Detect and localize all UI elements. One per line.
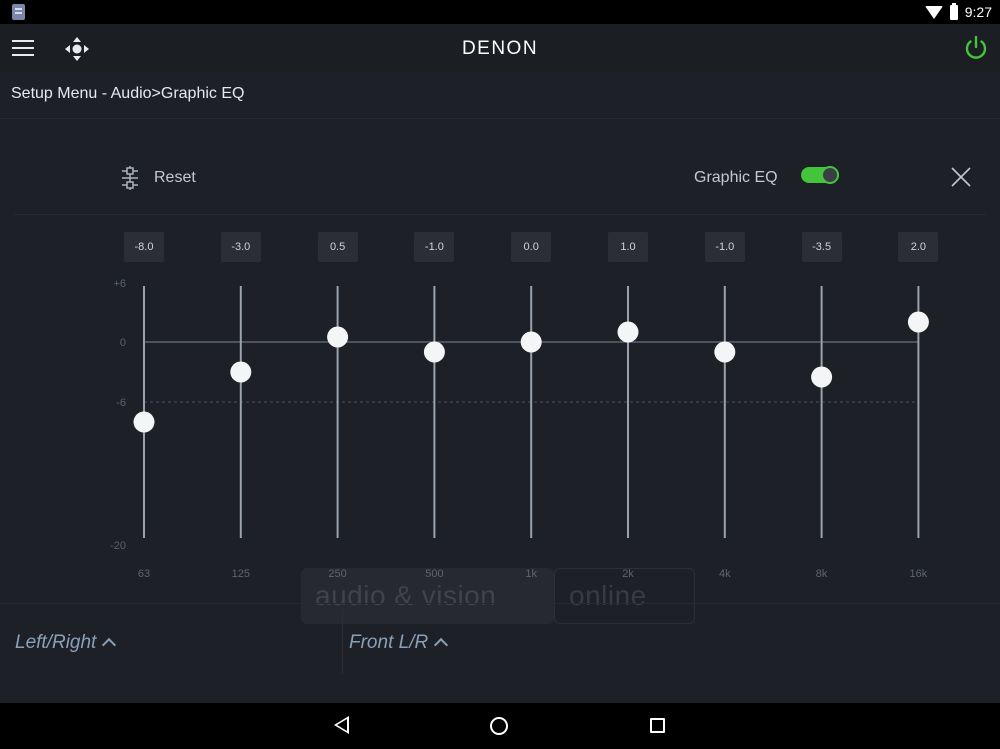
eq-slider-thumb[interactable] [327,326,349,348]
battery-icon [949,2,958,20]
reset-label: Reset [154,169,196,186]
eq-slider-thumb[interactable] [714,341,736,363]
wifi-icon [924,5,943,19]
y-axis-label: -20 [110,540,126,552]
power-icon[interactable] [962,34,990,62]
close-icon[interactable] [950,166,972,188]
eq-slider-thumb[interactable] [520,331,542,353]
eq-frequency-label: 1k [525,568,537,580]
status-right: 9:27 [924,2,992,21]
eq-frequency-label: 2k [622,568,634,580]
eq-value-badge: 1.0 [608,232,648,262]
status-time: 9:27 [964,4,992,20]
eq-slider-thumb[interactable] [617,321,639,343]
eq-value-badge: 0.0 [511,232,552,262]
divider [0,603,1000,604]
eq-slider-thumb[interactable] [230,361,252,383]
eq-frequency-label: 16k [909,568,928,580]
eq-slider-thumb[interactable] [423,341,445,363]
channel-selector-front[interactable]: Front L/R [349,632,449,654]
eq-frequency-label: 4k [718,568,731,580]
eq-value-badge: -1.0 [704,232,745,262]
y-axis-label: 0 [119,337,126,349]
eq-value-badge: -1.0 [414,232,455,262]
eq-value-badge: 2.0 [898,232,939,262]
divider [342,610,343,674]
divider [0,118,1000,119]
eq-value-badge: -8.0 [124,232,164,262]
eq-value-badge: 0.5 [317,232,358,262]
navigation-bar [0,703,1000,749]
eq-value-badge: -3.0 [220,232,261,262]
eq-frequency-label: 63 [137,568,151,580]
eq-frequency-label: 8k [815,568,828,580]
eq-slider-thumb[interactable] [133,411,155,433]
brand-logo: DENON [461,38,539,59]
eq-value-badge: -3.5 [801,232,842,262]
home-icon[interactable] [490,717,508,735]
eq-frequency-label: 250 [328,568,347,580]
back-icon[interactable] [334,716,349,734]
graphic-eq-label: Graphic EQ [694,169,778,186]
chevron-up-icon [434,637,449,653]
channel-left-label: Left/Right [15,632,97,653]
notification-icon [12,4,25,20]
divider [14,214,986,215]
breadcrumb: Setup Menu - Audio>Graphic EQ [11,85,245,102]
channel-selector-left-right[interactable]: Left/Right [15,632,117,654]
channel-right-label: Front L/R [349,632,429,653]
toggle-knob [821,166,839,184]
sliders-icon [122,166,138,190]
app-bar: DENON [0,24,1000,72]
eq-panel: audio & vision online +6 0 -6 -20 -8.0 63 -3.0… [0,220,1000,624]
graphic-eq-toggle[interactable] [801,166,839,184]
eq-slider-thumb[interactable] [811,366,833,388]
chevron-up-icon [102,637,117,653]
eq-frequency-label: 500 [425,568,444,580]
eq-frequency-label: 125 [231,568,250,580]
status-bar: 9:27 [0,0,1000,24]
y-axis-label: -6 [116,397,126,409]
eq-sliders [133,286,929,538]
recent-apps-icon[interactable] [650,718,665,733]
eq-slider-thumb[interactable] [907,311,929,333]
reset-button[interactable]: Reset [118,165,196,191]
y-axis-label: +6 [113,278,126,290]
